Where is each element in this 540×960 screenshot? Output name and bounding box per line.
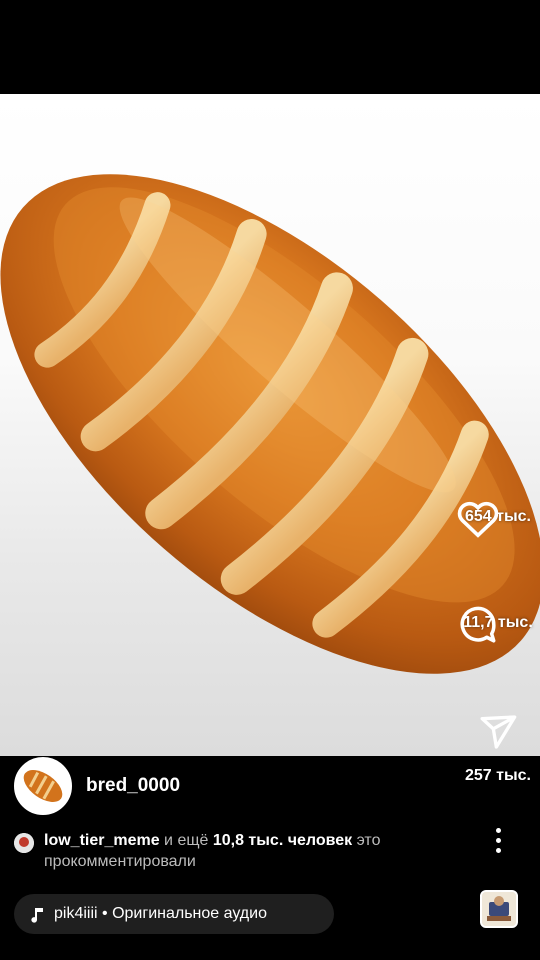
comment-summary-middle: и ещё (159, 832, 213, 849)
author-row[interactable]: bred_0000 (14, 756, 180, 816)
comment-summary-text: low_tier_meme и ещё 10,8 тыс. человек эт… (44, 830, 474, 872)
send-icon[interactable] (478, 712, 518, 757)
like-action[interactable]: 654 тыс. (456, 498, 540, 538)
audio-separator: • (97, 905, 113, 922)
audio-pill[interactable]: pik4iiii • Оригинальное аудио (14, 894, 334, 934)
share-count: 257 тыс. (465, 767, 531, 784)
audio-label: pik4iiii • Оригинальное аудио (54, 905, 267, 923)
audio-artist: pik4iiii (54, 905, 98, 922)
audio-thumbnail[interactable] (480, 890, 518, 928)
avatar[interactable] (14, 757, 72, 815)
reel-media[interactable]: 654 тыс. 11,7 тыс. (0, 94, 540, 756)
comment-summary[interactable]: low_tier_meme и ещё 10,8 тыс. человек эт… (14, 830, 474, 872)
commenter-avatar (14, 833, 34, 853)
username[interactable]: bred_0000 (86, 775, 180, 797)
music-note-icon (28, 905, 46, 923)
comment-action[interactable]: 11,7 тыс. (456, 604, 540, 643)
commenter-count: 10,8 тыс. человек (212, 832, 353, 849)
more-vertical-icon[interactable] (486, 824, 510, 856)
share-action[interactable]: 257 тыс. (456, 712, 540, 785)
top-black-bar (0, 0, 540, 94)
audio-title: Оригинальное аудио (112, 905, 267, 922)
bread-loaf-image (0, 174, 540, 674)
commenter-username[interactable]: low_tier_meme (44, 832, 160, 849)
